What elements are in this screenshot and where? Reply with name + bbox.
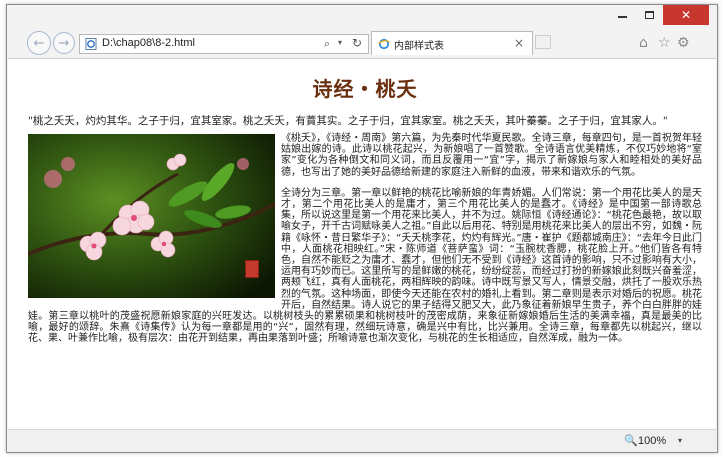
zoom-dropdown-icon[interactable]: ▾ [678, 436, 682, 445]
search-icon[interactable]: ⌕ [324, 37, 330, 51]
poem-text: "桃之夭夭，灼灼其华。之子于归，宜其室家。桃之夭夭，有蕡其实。之子于归，宜其家室… [28, 115, 668, 127]
navigation-bar: ← → D:\chap08\8-2.html ⌕ ▾ ↻ 内部样式表 × ⌂ ☆ [7, 27, 717, 57]
browser-window: ✕ ← → D:\chap08\8-2.html ⌕ ▾ ↻ 内部样式表 × ⌂… [6, 4, 718, 453]
home-icon[interactable]: ⌂ [639, 35, 648, 51]
address-dropdown-icon[interactable]: ▾ [338, 38, 342, 47]
tab-close-icon[interactable]: × [514, 36, 524, 50]
maximize-icon [645, 11, 654, 19]
ie-icon [378, 38, 390, 50]
page-title: 诗经・桃夭 [312, 77, 418, 101]
maximize-button[interactable] [636, 5, 663, 25]
forward-button[interactable]: → [53, 32, 75, 54]
minimize-button[interactable] [609, 5, 636, 25]
seal-stamp [245, 260, 259, 278]
zoom-level[interactable]: 100% [638, 435, 666, 447]
status-bar: 🔍 100% ▾ [8, 429, 716, 452]
forward-arrow-icon: → [58, 35, 70, 51]
address-text[interactable]: D:\chap08\8-2.html [102, 37, 195, 49]
close-button[interactable]: ✕ [663, 5, 709, 25]
settings-icon[interactable]: ⚙ [677, 35, 690, 51]
tab-title: 内部样式表 [394, 41, 444, 52]
peach-blossom-illustration [28, 134, 275, 298]
address-bar[interactable]: D:\chap08\8-2.html ⌕ ▾ ↻ [79, 34, 369, 54]
back-button[interactable]: ← [27, 31, 51, 55]
favorites-icon[interactable]: ☆ [658, 35, 671, 51]
title-bar: ✕ [7, 5, 717, 29]
page-content: 诗经・桃夭 "桃之夭夭，灼灼其华。之子于归，宜其室家。桃之夭夭，有蕡其实。之子于… [8, 58, 716, 429]
new-tab-button[interactable] [535, 35, 551, 49]
article-body: 《桃夭》，《诗经・周南》第六篇，为先秦时代华夏民歌。全诗三章，每章四句，是一首祝… [28, 133, 702, 345]
peach-blossom-image [28, 134, 275, 298]
refresh-icon[interactable]: ↻ [352, 36, 362, 50]
page-icon [85, 38, 97, 50]
back-arrow-icon: ← [33, 35, 45, 51]
minimize-icon [618, 16, 627, 18]
tab-internal-stylesheet[interactable]: 内部样式表 × [371, 31, 533, 55]
zoom-icon[interactable]: 🔍 [624, 434, 638, 447]
